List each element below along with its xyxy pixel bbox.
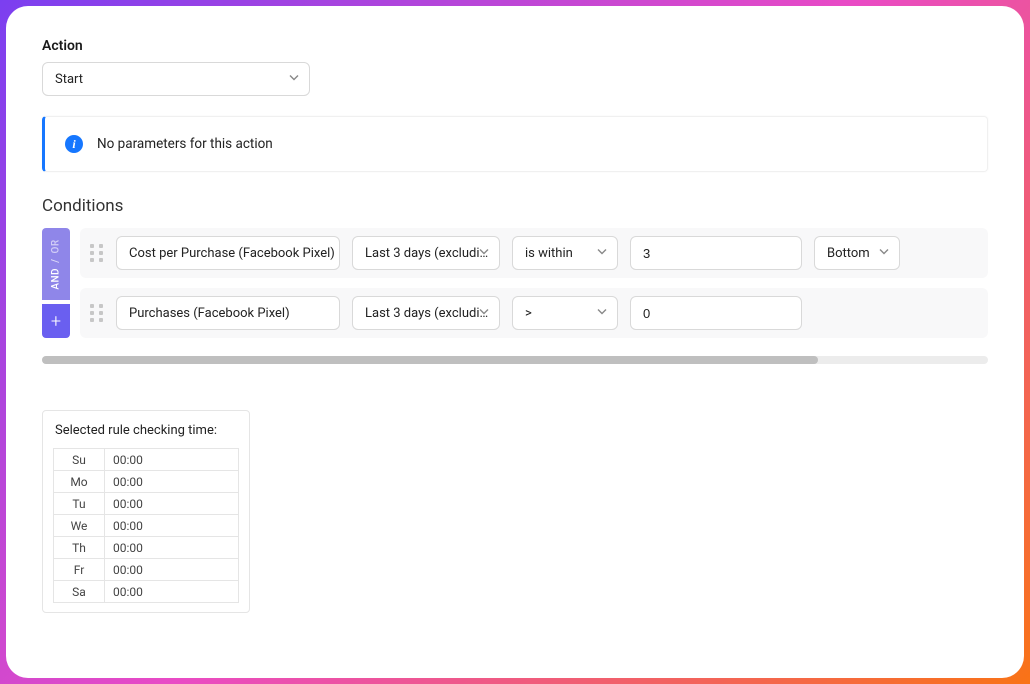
schedule-time[interactable]: 00:00 [105,514,239,537]
metric-select[interactable]: Purchases (Facebook Pixel) [116,296,340,330]
operator-select[interactable]: is within [512,236,618,270]
info-banner-text: No parameters for this action [97,136,273,152]
schedule-row: Mo 00:00 [53,470,239,493]
action-select[interactable]: Start [42,62,310,96]
drag-handle-icon[interactable] [90,304,104,322]
logic-and-label: AND [51,267,62,289]
schedule-day[interactable]: Fr [53,558,105,581]
schedule-day[interactable]: We [53,514,105,537]
info-banner: i No parameters for this action [42,116,988,172]
add-condition-button[interactable]: + [42,304,70,338]
schedule-day[interactable]: Tu [53,492,105,515]
logic-toggle-and-or[interactable]: AND / OR [42,228,70,300]
action-select-value: Start [55,72,83,87]
schedule-time[interactable]: 00:00 [105,580,239,603]
metric-select[interactable]: Cost per Purchase (Facebook Pixel) [116,236,340,270]
logic-or-label: OR [51,239,62,253]
schedule-card: Selected rule checking time: Su 00:00 Mo… [42,410,250,613]
rank-value: Bottom [827,246,870,261]
operator-value: > [525,306,532,321]
schedule-row: We 00:00 [53,514,239,537]
condition-row: Cost per Purchase (Facebook Pixel) Last … [80,228,988,278]
schedule-day[interactable]: Sa [53,580,105,603]
scrollbar-thumb[interactable] [42,356,818,364]
rule-editor-panel: Action Start i No parameters for this ac… [6,6,1024,678]
operator-value: is within [525,246,573,261]
value-input[interactable] [630,236,802,270]
value-input[interactable] [630,296,802,330]
schedule-row: Th 00:00 [53,536,239,559]
timeframe-value: Last 3 days (excludi… [365,306,488,321]
horizontal-scrollbar[interactable] [42,356,988,364]
metric-value: Cost per Purchase (Facebook Pixel) [129,246,335,261]
schedule-row: Sa 00:00 [53,580,239,603]
schedule-day[interactable]: Th [53,536,105,559]
info-icon: i [65,135,83,153]
schedule-time[interactable]: 00:00 [105,536,239,559]
chevron-down-icon [597,246,607,261]
drag-handle-icon[interactable] [90,244,104,262]
schedule-row: Fr 00:00 [53,558,239,581]
timeframe-select[interactable]: Last 3 days (excludi… [352,236,500,270]
schedule-time[interactable]: 00:00 [105,492,239,515]
chevron-down-icon [597,306,607,321]
operator-select[interactable]: > [512,296,618,330]
schedule-row: Su 00:00 [53,448,239,471]
schedule-time[interactable]: 00:00 [105,448,239,471]
condition-rows: Cost per Purchase (Facebook Pixel) Last … [80,228,988,338]
schedule-time[interactable]: 00:00 [105,470,239,493]
conditions-title: Conditions [42,196,988,216]
schedule-title: Selected rule checking time: [53,423,239,438]
rank-select[interactable]: Bottom [814,236,900,270]
schedule-day[interactable]: Mo [53,470,105,493]
timeframe-value: Last 3 days (excludi… [365,246,488,261]
action-label: Action [42,38,988,54]
metric-value: Purchases (Facebook Pixel) [129,306,290,321]
plus-icon: + [51,311,61,332]
chevron-down-icon [289,72,299,87]
schedule-row: Tu 00:00 [53,492,239,515]
logic-column: AND / OR + [42,228,70,338]
schedule-time[interactable]: 00:00 [105,558,239,581]
condition-row: Purchases (Facebook Pixel) Last 3 days (… [80,288,988,338]
conditions-block: AND / OR + Cost per Purchase (Facebook P… [42,228,988,338]
schedule-day[interactable]: Su [53,448,105,471]
timeframe-select[interactable]: Last 3 days (excludi… [352,296,500,330]
chevron-down-icon [879,246,889,261]
